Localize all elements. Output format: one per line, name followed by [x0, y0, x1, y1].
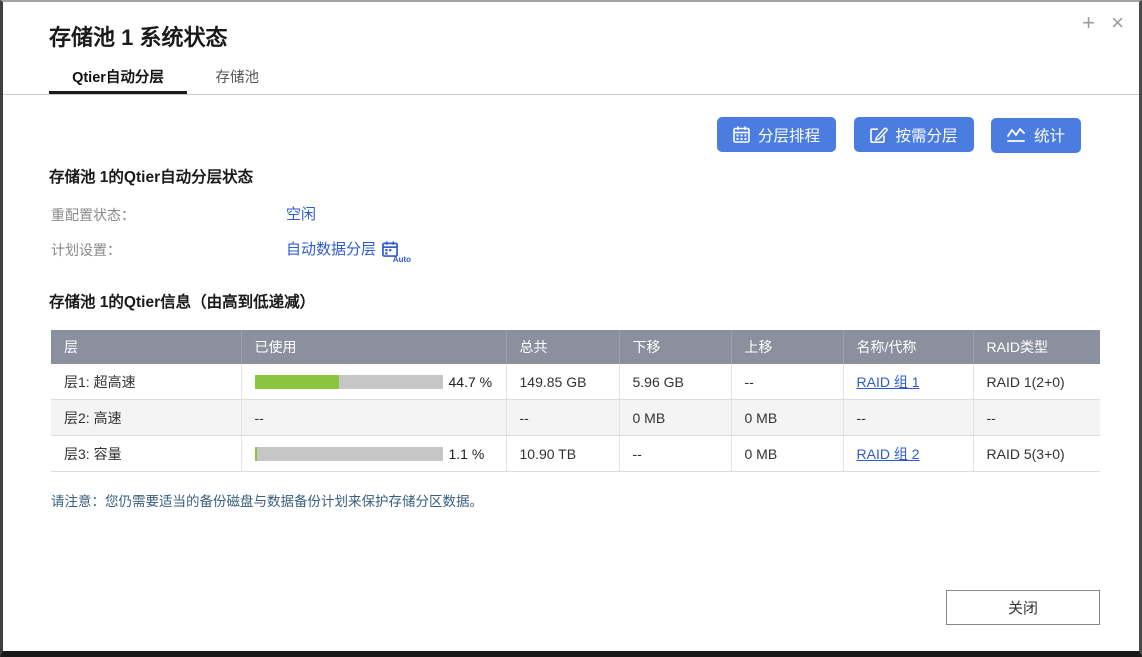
usage-percent-label: 44.7 %	[449, 374, 493, 390]
cell-name-alias: --	[843, 400, 973, 436]
usage-bar-fill	[255, 447, 257, 461]
qtier-info-section-title: 存储池 1的Qtier信息（由高到低递减）	[49, 290, 315, 312]
table-row: 层1: 超高速 44.7 % 149.85 GB5.96 GB-- RAID 组 1 R…	[51, 364, 1100, 400]
statistics-button[interactable]: 统计	[991, 118, 1081, 153]
cell-total: 149.85 GB	[506, 364, 619, 400]
close-icon[interactable]: ×	[1106, 10, 1129, 36]
col-name-alias: 名称/代称	[843, 330, 973, 364]
cell-used: --	[241, 400, 506, 436]
reconfig-status-value: 空闲	[286, 203, 316, 224]
qtier-status-section-title: 存储池 1的Qtier自动分层状态	[49, 165, 253, 187]
usage-bar	[255, 447, 443, 461]
cell-name-alias: RAID 组 2	[843, 436, 973, 472]
auto-schedule-calendar-icon[interactable]: Auto	[382, 241, 398, 261]
col-raid-type: RAID类型	[973, 330, 1100, 364]
cell-move-up: 0 MB	[731, 436, 843, 472]
reconfig-status-label: 重配置状态：	[51, 205, 135, 225]
tiering-on-demand-label: 按需分层	[896, 124, 958, 146]
toolbar: 分层排程 按需分层 统计	[704, 117, 1081, 153]
cell-name-alias: RAID 组 1	[843, 364, 973, 400]
tiering-on-demand-button[interactable]: 按需分层	[854, 117, 974, 152]
cell-move-down: 0 MB	[619, 400, 731, 436]
schedule-setting-value: 自动数据分层 Auto	[286, 238, 398, 261]
chart-icon	[1007, 127, 1026, 143]
usage-percent-label: 1.1 %	[449, 446, 485, 462]
cell-tier: 层3: 容量	[51, 436, 241, 472]
page-title: 存储池 1 系统状态	[49, 20, 227, 52]
cell-used: 1.1 %	[241, 436, 506, 472]
tab-storage-pool[interactable]: 存储池	[191, 68, 283, 94]
tab-bar: Qtier自动分层 存储池	[3, 68, 1139, 95]
maximize-icon[interactable]: +	[1077, 10, 1100, 36]
backup-note: 请注意：您仍需要适当的备份磁盘与数据备份计划来保护存储分区数据。	[51, 490, 483, 510]
table-row: 层3: 容量 1.1 % 10.90 TB--0 MB RAID 组 2 RAID 5(…	[51, 436, 1100, 472]
cell-total: --	[506, 400, 619, 436]
cell-tier: 层1: 超高速	[51, 364, 241, 400]
cell-move-up: --	[731, 364, 843, 400]
cell-raid-type: --	[973, 400, 1100, 436]
raid-group-link[interactable]: RAID 组 1	[857, 374, 920, 390]
cell-used: 44.7 %	[241, 364, 506, 400]
usage-bar-fill	[255, 375, 339, 389]
tab-qtier-auto-tiering[interactable]: Qtier自动分层	[49, 68, 187, 94]
col-total: 总共	[506, 330, 619, 364]
cell-move-down: 5.96 GB	[619, 364, 731, 400]
table-row: 层2: 高速----0 MB0 MB----	[51, 400, 1100, 436]
col-move-down: 下移	[619, 330, 731, 364]
cell-move-down: --	[619, 436, 731, 472]
cell-raid-type: RAID 5(3+0)	[973, 436, 1100, 472]
tiering-schedule-button[interactable]: 分层排程	[717, 117, 836, 152]
edit-icon	[870, 126, 888, 143]
schedule-setting-label: 计划设置：	[51, 240, 121, 260]
cell-move-up: 0 MB	[731, 400, 843, 436]
qtier-info-table: 层 已使用 总共 下移 上移 名称/代称 RAID类型 层1: 超高速 44.7 …	[51, 330, 1100, 472]
col-move-up: 上移	[731, 330, 843, 364]
tiering-schedule-label: 分层排程	[758, 124, 820, 146]
qtier-table-body: 层1: 超高速44.7 %149.85 GB5.96 GB--RAID 组 1R…	[51, 364, 1100, 472]
cell-total: 10.90 TB	[506, 436, 619, 472]
col-used: 已使用	[241, 330, 506, 364]
title-bar: 存储池 1 系统状态 + ×	[3, 2, 1139, 62]
usage-bar	[255, 375, 443, 389]
table-header-row: 层 已使用 总共 下移 上移 名称/代称 RAID类型	[51, 330, 1100, 364]
statistics-label: 统计	[1034, 124, 1065, 146]
close-button[interactable]: 关闭	[946, 590, 1100, 625]
cell-raid-type: RAID 1(2+0)	[973, 364, 1100, 400]
storage-pool-status-dialog: 存储池 1 系统状态 + × Qtier自动分层 存储池 分层排程 按需分层 统…	[0, 0, 1142, 657]
cell-tier: 层2: 高速	[51, 400, 241, 436]
col-tier: 层	[51, 330, 241, 364]
calendar-icon	[733, 126, 750, 143]
raid-group-link[interactable]: RAID 组 2	[857, 446, 920, 462]
